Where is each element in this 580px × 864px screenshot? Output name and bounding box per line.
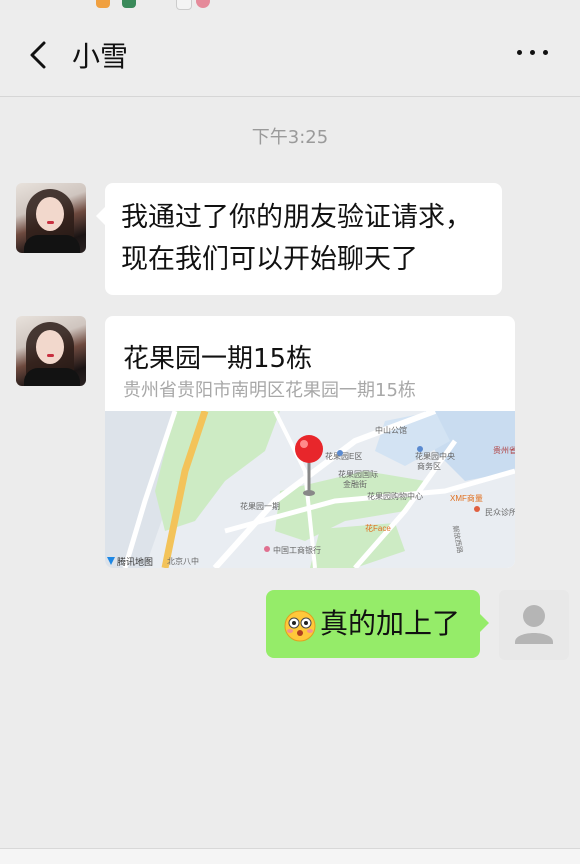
status-bar — [0, 0, 580, 10]
chat-title: 小雪 — [72, 40, 129, 73]
self-avatar[interactable] — [499, 590, 569, 660]
location-title: 花果园一期15栋 — [123, 344, 313, 374]
notification-icon — [196, 0, 210, 8]
message-bubble-self[interactable]: 真的加上了 — [266, 590, 489, 658]
svg-text:XMF商量: XMF商量 — [450, 493, 483, 503]
message-line: 现在我们可以开始聊天了 — [121, 244, 418, 275]
flushed-face-emoji-icon — [284, 610, 316, 642]
back-arrow-icon[interactable] — [26, 40, 52, 70]
message-list[interactable]: 下午3:25 我通过了你的朋友验证请求， 现在我们可以开始聊天了 花果园一期15… — [0, 97, 580, 847]
svg-text:花果园一期: 花果园一期 — [240, 501, 280, 511]
notification-icon — [176, 0, 192, 10]
svg-text:北京八中: 北京八中 — [167, 556, 199, 566]
svg-text:中国工商银行: 中国工商银行 — [273, 545, 321, 555]
contact-avatar[interactable] — [16, 183, 86, 253]
location-map[interactable]: 中山公馆 花果园E区 花果园中央 商务区 花果园国际 金融街 花果园购物中心 X… — [105, 411, 515, 568]
input-bar — [0, 848, 580, 864]
svg-text:花果园国际: 花果园国际 — [338, 469, 378, 479]
chat-header: 小雪 — [0, 10, 580, 97]
message-text: 真的加上了 — [320, 607, 461, 640]
contact-avatar[interactable] — [16, 316, 86, 386]
location-address: 贵州省贵阳市南明区花果园一期15栋 — [123, 380, 416, 401]
default-user-icon — [515, 605, 553, 644]
svg-text:花果园E区: 花果园E区 — [325, 451, 362, 461]
svg-text:花果园中央: 花果园中央 — [415, 451, 455, 461]
svg-text:商务区: 商务区 — [417, 461, 441, 471]
svg-text:民众诊所: 民众诊所 — [485, 507, 515, 517]
more-options-icon[interactable] — [516, 48, 550, 58]
svg-text:金融街: 金融街 — [343, 479, 367, 489]
notification-icon — [96, 0, 110, 8]
message-line: 我通过了你的朋友验证请求， — [121, 202, 472, 233]
svg-text:贵州省: 贵州省 — [493, 445, 515, 455]
svg-text:花Face: 花Face — [365, 523, 391, 533]
message-bubble-text[interactable]: 我通过了你的朋友验证请求， 现在我们可以开始聊天了 — [96, 183, 502, 295]
message-timestamp: 下午3:25 — [251, 127, 329, 148]
map-provider-label: 腾讯地图 — [117, 556, 153, 567]
svg-text:中山公馆: 中山公馆 — [375, 425, 407, 435]
notification-icon — [122, 0, 136, 8]
svg-text:花果园购物中心: 花果园购物中心 — [367, 491, 423, 501]
location-message-card[interactable]: 花果园一期15栋 贵州省贵阳市南明区花果园一期15栋 中山公馆 花果园E区 花果… — [105, 316, 515, 568]
